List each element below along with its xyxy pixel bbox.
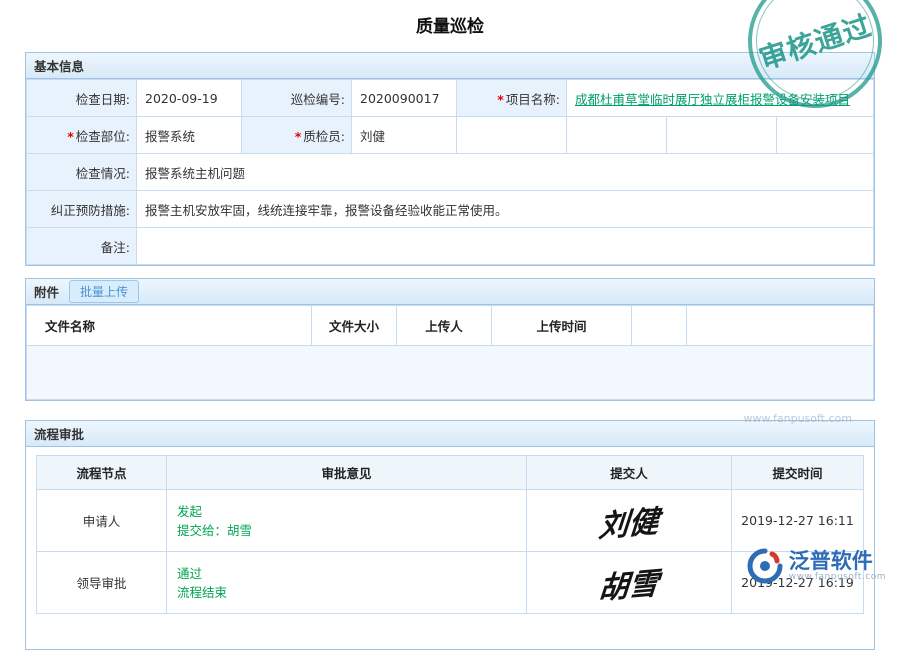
check-part-value: 报警系统 xyxy=(145,129,195,144)
approval-table: 流程节点 审批意见 提交人 提交时间 申请人 发起 提交给：胡雪 刘健 2019… xyxy=(36,455,864,614)
project-name-link[interactable]: 成都杜甫草堂临时展厅独立展柜报警设备安装项目 xyxy=(575,92,850,107)
empty-cell xyxy=(667,117,777,154)
submitter-cell: 刘健 xyxy=(527,490,732,552)
empty-cell xyxy=(457,117,567,154)
attachments-section-title: 附件 xyxy=(34,282,59,301)
approval-section-title: 流程审批 xyxy=(34,424,84,443)
check-date-value: 2020-09-19 xyxy=(145,91,218,106)
empty-header-cell xyxy=(632,306,687,346)
required-mark: * xyxy=(497,92,504,107)
col-submit-time: 提交时间 xyxy=(732,456,864,490)
check-date-value-cell: 2020-09-19 xyxy=(137,80,242,117)
brand-name: 泛普软件 xyxy=(789,550,886,572)
attachments-table: 文件名称 文件大小 上传人 上传时间 xyxy=(26,305,874,400)
remark-label-cell: 备注: xyxy=(27,228,137,265)
col-approval-opinion: 审批意见 xyxy=(167,456,527,490)
measures-value-cell: 报警主机安放牢固，线统连接牢靠，报警设备经验收能正常使用。 xyxy=(137,191,874,228)
inspector-value: 刘健 xyxy=(360,129,385,144)
remark-value-cell xyxy=(137,228,874,265)
inspect-no-label: 巡检编号: xyxy=(291,92,345,107)
project-label: 项目名称: xyxy=(506,92,560,107)
check-date-label-cell: 检查日期: xyxy=(27,80,137,117)
opinion-cell: 通过 流程结束 xyxy=(167,552,527,614)
table-header-row: 流程节点 审批意见 提交人 提交时间 xyxy=(37,456,864,490)
inspector-label: 质检员: xyxy=(303,129,345,144)
project-label-cell: *项目名称: xyxy=(457,80,567,117)
opinion-detail: 流程结束 xyxy=(177,583,526,602)
page-title: 质量巡检 xyxy=(0,0,900,37)
basic-info-section-header: 基本信息 xyxy=(26,53,874,79)
project-value-cell: 成都杜甫草堂临时展厅独立展柜报警设备安装项目 xyxy=(567,80,874,117)
approval-row-leader: 领导审批 通过 流程结束 胡雪 2019-12-27 16:19 xyxy=(37,552,864,614)
empty-table-body xyxy=(27,346,874,400)
col-flow-node: 流程节点 xyxy=(37,456,167,490)
opinion-cell: 发起 提交给：胡雪 xyxy=(167,490,527,552)
opinion-action: 发起 xyxy=(177,502,526,521)
approval-table-wrap: 流程节点 审批意见 提交人 提交时间 申请人 发起 提交给：胡雪 刘健 2019… xyxy=(36,455,864,614)
situation-label: 检查情况: xyxy=(76,166,130,181)
flow-node-cell: 领导审批 xyxy=(37,552,167,614)
situation-value-cell: 报警系统主机问题 xyxy=(137,154,874,191)
attachments-section-header: 附件 批量上传 xyxy=(26,279,874,305)
measures-label: 纠正预防措施: xyxy=(51,203,130,218)
situation-label-cell: 检查情况: xyxy=(27,154,137,191)
brand-site: www.fanpusoft.com xyxy=(789,572,886,582)
table-row: 纠正预防措施: 报警主机安放牢固，线统连接牢靠，报警设备经验收能正常使用。 xyxy=(27,191,874,228)
approval-row-applicant: 申请人 发起 提交给：胡雪 刘健 2019-12-27 16:11 xyxy=(37,490,864,552)
flow-node-cell: 申请人 xyxy=(37,490,167,552)
table-row: 备注: xyxy=(27,228,874,265)
table-row: *检查部位: 报警系统 *质检员: 刘健 xyxy=(27,117,874,154)
table-row: 检查日期: 2020-09-19 巡检编号: 2020090017 *项目名称:… xyxy=(27,80,874,117)
inspect-no-value: 2020090017 xyxy=(360,91,440,106)
batch-upload-button[interactable]: 批量上传 xyxy=(69,280,139,303)
submitter-signature: 刘健 xyxy=(597,496,661,546)
submitter-cell: 胡雪 xyxy=(527,552,732,614)
required-mark: * xyxy=(67,129,74,144)
col-file-size: 文件大小 xyxy=(312,306,397,346)
inspect-no-value-cell: 2020090017 xyxy=(352,80,457,117)
check-date-label: 检查日期: xyxy=(76,92,130,107)
empty-header-cell xyxy=(687,306,874,346)
col-file-name: 文件名称 xyxy=(27,306,312,346)
page: 质量巡检 审核通过 基本信息 检查日期: 2020-09-19 巡检编号: 20… xyxy=(0,0,900,37)
submit-time-cell: 2019-12-27 16:11 xyxy=(732,490,864,552)
required-mark: * xyxy=(295,129,302,144)
situation-value: 报警系统主机问题 xyxy=(145,166,245,181)
brand-icon xyxy=(747,548,783,584)
flow-node: 申请人 xyxy=(83,514,121,529)
check-part-value-cell: 报警系统 xyxy=(137,117,242,154)
basic-info-section: 基本信息 检查日期: 2020-09-19 巡检编号: 2020090017 *… xyxy=(25,52,875,266)
approval-section: 流程审批 流程节点 审批意见 提交人 提交时间 申请人 发起 提交给：胡雪 xyxy=(25,420,875,650)
brand-logo: 泛普软件 www.fanpusoft.com xyxy=(747,548,886,584)
col-uploader: 上传人 xyxy=(397,306,492,346)
brand-text-block: 泛普软件 www.fanpusoft.com xyxy=(789,550,886,582)
inspector-value-cell: 刘健 xyxy=(352,117,457,154)
empty-attachments-area xyxy=(27,346,874,400)
empty-cell xyxy=(567,117,667,154)
measures-value: 报警主机安放牢固，线统连接牢靠，报警设备经验收能正常使用。 xyxy=(145,203,508,218)
opinion-action: 通过 xyxy=(177,564,526,583)
inspector-label-cell: *质检员: xyxy=(242,117,352,154)
basic-info-section-title: 基本信息 xyxy=(34,56,84,75)
attachments-section: 附件 批量上传 文件名称 文件大小 上传人 上传时间 xyxy=(25,278,875,401)
col-upload-time: 上传时间 xyxy=(492,306,632,346)
inspect-no-label-cell: 巡检编号: xyxy=(242,80,352,117)
check-part-label: 检查部位: xyxy=(76,129,130,144)
check-part-label-cell: *检查部位: xyxy=(27,117,137,154)
opinion-detail: 提交给：胡雪 xyxy=(177,521,526,540)
basic-info-table: 检查日期: 2020-09-19 巡检编号: 2020090017 *项目名称:… xyxy=(26,79,874,265)
remark-label: 备注: xyxy=(101,240,130,255)
col-submitter: 提交人 xyxy=(527,456,732,490)
flow-node: 领导审批 xyxy=(76,576,126,591)
table-header-row: 文件名称 文件大小 上传人 上传时间 xyxy=(27,306,874,346)
approval-section-header: 流程审批 xyxy=(26,421,874,447)
measures-label-cell: 纠正预防措施: xyxy=(27,191,137,228)
empty-cell xyxy=(777,117,874,154)
table-row: 检查情况: 报警系统主机问题 xyxy=(27,154,874,191)
